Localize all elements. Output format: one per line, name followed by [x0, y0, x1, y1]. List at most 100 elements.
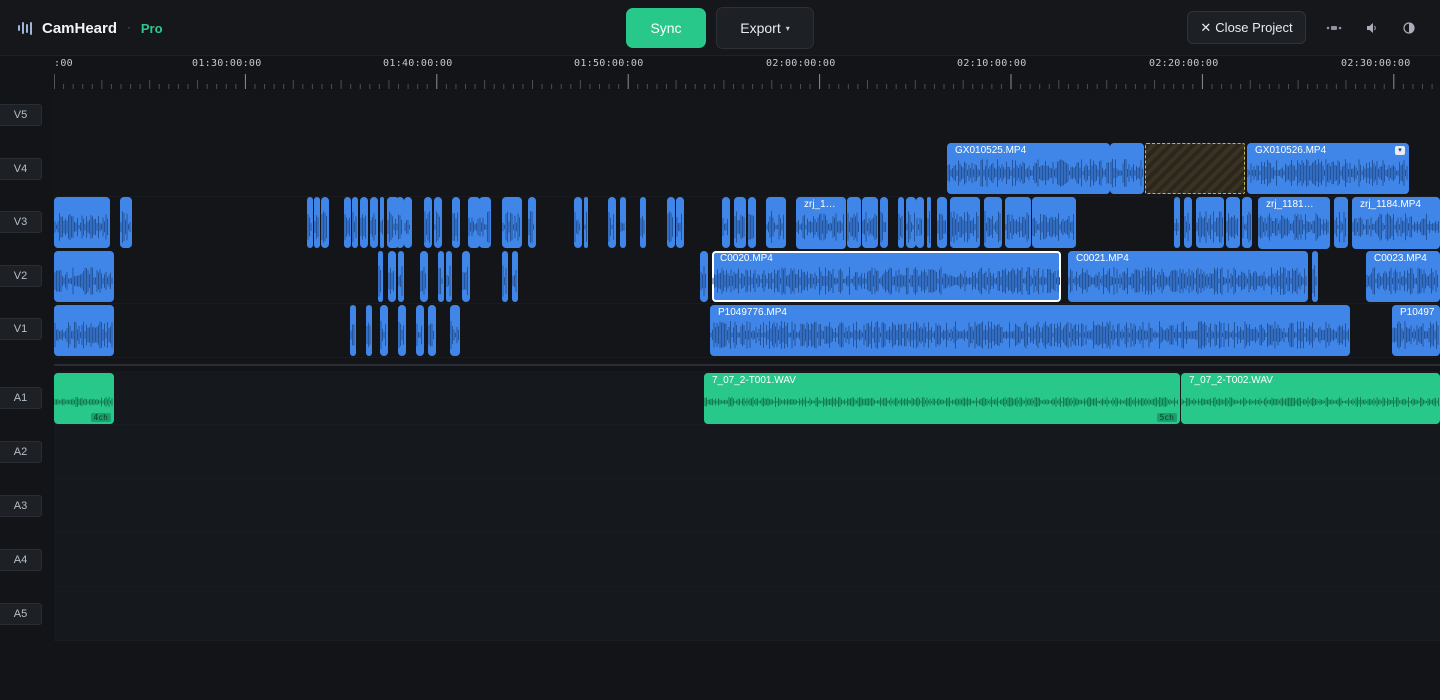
clip[interactable] [906, 197, 916, 248]
clip[interactable] [1226, 197, 1240, 248]
clip[interactable] [54, 251, 114, 302]
track-label-a2[interactable]: A2 [0, 441, 42, 463]
clip[interactable] [584, 197, 588, 248]
clip[interactable] [862, 197, 878, 248]
theme-toggle-icon[interactable] [1397, 16, 1421, 40]
clip[interactable]: zrj_1… [796, 197, 846, 249]
clip[interactable] [1196, 197, 1224, 248]
clip[interactable] [396, 197, 404, 248]
missing-media-placeholder[interactable] [1145, 143, 1245, 194]
audio-clip[interactable]: 7_07_2-T001.WAV 5ch [704, 373, 1180, 424]
clip[interactable] [1110, 143, 1144, 194]
clip[interactable] [734, 197, 746, 248]
track-label-v5[interactable]: V5 [0, 104, 42, 126]
clip[interactable] [428, 305, 436, 356]
track-label-v2[interactable]: V2 [0, 265, 42, 287]
clip[interactable] [898, 197, 904, 248]
track-label-a3[interactable]: A3 [0, 495, 42, 517]
clip[interactable] [1174, 197, 1180, 248]
marker-icon[interactable]: ▾ [1395, 146, 1405, 155]
lane-a2[interactable] [54, 425, 1440, 479]
clip[interactable] [479, 197, 491, 248]
clip[interactable] [370, 197, 378, 248]
clip[interactable] [398, 305, 406, 356]
clip[interactable] [352, 197, 358, 248]
clip[interactable] [350, 305, 356, 356]
clip[interactable] [620, 197, 626, 248]
clip[interactable] [420, 251, 428, 302]
clip[interactable]: zrj_1181… [1258, 197, 1330, 249]
track-label-v3[interactable]: V3 [0, 211, 42, 233]
clip[interactable]: P10497 [1392, 305, 1440, 356]
clip[interactable] [574, 197, 582, 248]
track-label-a5[interactable]: A5 [0, 603, 42, 625]
audio-clip[interactable]: 4ch [54, 373, 114, 424]
clip[interactable] [434, 197, 442, 248]
clip[interactable] [446, 251, 452, 302]
clip[interactable] [380, 197, 384, 248]
clip[interactable] [916, 197, 924, 248]
clip[interactable] [950, 197, 980, 248]
time-ruler[interactable]: :00 01:30:00:00 01:40:00:00 01:50:00:00 … [54, 56, 1440, 90]
clip[interactable] [1312, 251, 1318, 302]
clip[interactable] [1242, 197, 1252, 248]
clip[interactable] [321, 197, 329, 248]
lane-a5[interactable] [54, 587, 1440, 641]
clip[interactable] [450, 305, 460, 356]
clip[interactable] [608, 197, 616, 248]
clip[interactable] [307, 197, 313, 248]
clip[interactable] [462, 251, 470, 302]
audio-clip[interactable]: 7_07_2-T002.WAV [1181, 373, 1440, 424]
clip[interactable] [766, 197, 786, 248]
close-project-button[interactable]: ✕ Close Project [1187, 11, 1306, 44]
camera-link-icon[interactable] [1322, 16, 1346, 40]
clip[interactable] [1032, 197, 1076, 248]
clip[interactable] [380, 305, 388, 356]
clip[interactable] [512, 251, 518, 302]
clip[interactable] [1005, 197, 1031, 248]
lane-a3[interactable] [54, 479, 1440, 533]
clip[interactable] [700, 251, 708, 302]
clip[interactable] [1334, 197, 1348, 248]
track-label-v4[interactable]: V4 [0, 158, 42, 180]
clip[interactable]: C0023.MP4 [1366, 251, 1440, 302]
clip[interactable]: C0021.MP4 [1068, 251, 1308, 302]
clip[interactable]: zrj_1184.MP4 [1352, 197, 1440, 249]
track-label-a1[interactable]: A1 [0, 387, 42, 409]
clip[interactable] [404, 197, 412, 248]
volume-icon[interactable] [1360, 16, 1384, 40]
track-label-v1[interactable]: V1 [0, 318, 42, 340]
clip[interactable] [984, 197, 1002, 248]
clip[interactable] [1184, 197, 1192, 248]
clip[interactable] [438, 251, 444, 302]
clip[interactable] [722, 197, 730, 248]
clip[interactable] [366, 305, 372, 356]
clip[interactable] [388, 251, 396, 302]
clip[interactable] [847, 197, 861, 248]
clip[interactable] [502, 197, 522, 248]
clip[interactable] [937, 197, 947, 248]
clip[interactable] [667, 197, 675, 248]
clip[interactable] [54, 197, 110, 248]
clip[interactable] [54, 305, 114, 356]
clip[interactable] [378, 251, 383, 302]
clip-selected[interactable]: C0020.MP4 [712, 251, 1061, 302]
clip[interactable]: GX010525.MP4 [947, 143, 1110, 194]
export-button[interactable]: Export ▾ [716, 7, 814, 49]
clip[interactable] [502, 251, 508, 302]
clip[interactable] [398, 251, 404, 302]
clip[interactable] [120, 197, 132, 248]
clip[interactable] [344, 197, 351, 248]
clip[interactable] [314, 197, 320, 248]
clip[interactable] [927, 197, 931, 248]
clip[interactable] [640, 197, 646, 248]
clip[interactable] [424, 197, 432, 248]
clip[interactable]: GX010526.MP4 ▾ [1247, 143, 1409, 194]
clip[interactable] [416, 305, 424, 356]
clip[interactable] [360, 197, 368, 248]
lane-v5[interactable] [54, 90, 1440, 144]
timeline[interactable]: GX010525.MP4 GX010526.MP4 ▾ zrj_1… zrj_1… [54, 90, 1440, 700]
clip[interactable] [676, 197, 684, 248]
sync-button[interactable]: Sync [626, 8, 706, 48]
clip[interactable] [880, 197, 888, 248]
